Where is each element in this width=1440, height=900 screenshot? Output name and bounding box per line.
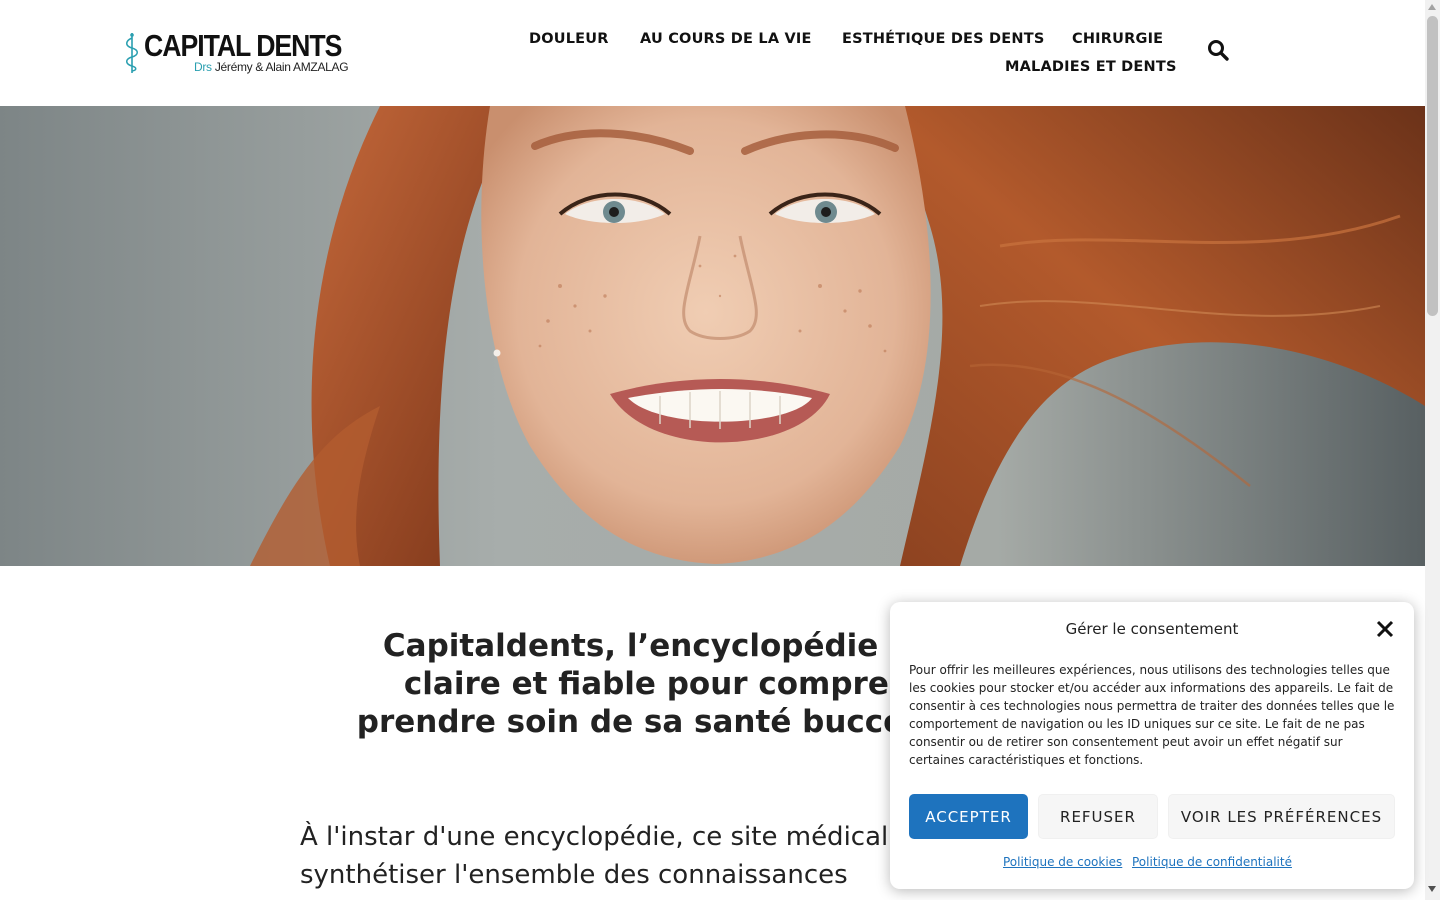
- nav-item-esthetique-des-dents[interactable]: ESTHÉTIQUE DES DENTS: [842, 30, 1044, 48]
- caduceus-icon: [126, 33, 138, 73]
- cookie-consent-dialog: Gérer le consentement Pour offrir les me…: [890, 602, 1414, 889]
- nav-item-maladies-et-dents[interactable]: MALADIES ET DENTS: [1005, 58, 1177, 76]
- consent-text: Pour offrir les meilleures expériences, …: [909, 663, 1395, 767]
- consent-title: Gérer le consentement: [1065, 620, 1239, 638]
- logo-title: CAPITAL DENTS: [144, 28, 342, 63]
- close-icon[interactable]: [1376, 620, 1394, 638]
- nav-item-douleur[interactable]: DOULEUR: [529, 30, 609, 48]
- scroll-up-arrow-icon[interactable]: [1428, 4, 1436, 10]
- scrollbar-thumb[interactable]: [1427, 16, 1438, 316]
- privacy-policy-link[interactable]: Politique de confidentialité: [1132, 855, 1292, 869]
- logo-subtitle: Drs Jérémy & Alain AMZALAG: [194, 60, 349, 74]
- nav-item-chirurgie[interactable]: CHIRURGIE: [1072, 30, 1163, 48]
- site-header: CAPITAL DENTS Drs Jérémy & Alain AMZALAG…: [0, 0, 1425, 106]
- logo-subtitle-names: Jérémy & Alain AMZALAG: [214, 60, 349, 74]
- site-logo[interactable]: CAPITAL DENTS Drs Jérémy & Alain AMZALAG: [124, 30, 354, 76]
- nav-item-au-cours-de-la-vie[interactable]: AU COURS DE LA VIE: [640, 30, 812, 48]
- view-preferences-button[interactable]: VOIR LES PRÉFÉRENCES: [1168, 794, 1395, 839]
- scroll-down-arrow-icon[interactable]: [1428, 886, 1436, 892]
- accept-button[interactable]: ACCEPTER: [909, 794, 1028, 839]
- search-icon[interactable]: [1206, 38, 1230, 62]
- hero-image: [0, 106, 1425, 566]
- cookie-policy-link[interactable]: Politique de cookies: [1003, 855, 1122, 869]
- hero-photo: [0, 106, 1425, 566]
- page-scrollbar[interactable]: [1425, 0, 1440, 900]
- logo-subtitle-prefix: Drs: [194, 60, 212, 74]
- refuse-button[interactable]: REFUSER: [1038, 794, 1158, 839]
